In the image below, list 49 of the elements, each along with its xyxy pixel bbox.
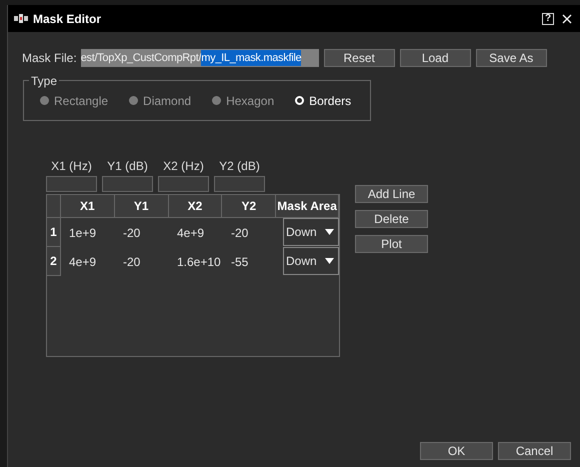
column-header[interactable]: Mask Area xyxy=(276,195,339,218)
input-field[interactable] xyxy=(158,176,209,192)
table-cell-text: -20 xyxy=(123,224,140,242)
help-icon[interactable]: ? xyxy=(542,12,554,24)
button[interactable]: Save As xyxy=(476,49,547,67)
column-header[interactable]: X2 xyxy=(168,195,222,218)
radio-label: Rectangle xyxy=(54,92,108,110)
button[interactable]: Load xyxy=(400,49,471,67)
input-field[interactable] xyxy=(214,176,265,192)
button[interactable]: Reset xyxy=(324,49,395,67)
radio-label: Diamond xyxy=(143,92,192,110)
table-cell-text: 4e+9 xyxy=(69,254,96,270)
row-number: 2 xyxy=(47,247,61,276)
button[interactable]: OK xyxy=(420,442,493,460)
column-header[interactable]: Y2 xyxy=(222,195,276,218)
radio-button[interactable] xyxy=(40,96,49,105)
radio-label: Borders xyxy=(309,92,352,110)
close-icon[interactable] xyxy=(562,14,572,24)
button[interactable]: Delete xyxy=(355,210,428,228)
button[interactable]: Plot xyxy=(355,235,428,253)
table-cell-text: 4e+9 xyxy=(177,224,204,242)
mask-file-label: Mask File: xyxy=(22,50,77,67)
table-cell-text: 1.6e+10 xyxy=(177,254,221,270)
row-number: 1 xyxy=(47,218,61,247)
mask-file-field[interactable]: est/TopXp_CustCompRpt/my_IL_mask.maskfile xyxy=(80,49,319,67)
column-header[interactable]: X1 xyxy=(60,195,115,218)
radio-button[interactable] xyxy=(129,96,138,105)
table-cell-text: -55 xyxy=(231,254,248,270)
table-cell-text: 1e+9 xyxy=(69,224,96,242)
field-label: Y1 (dB) xyxy=(107,158,148,174)
radio-button[interactable] xyxy=(295,96,304,105)
radio-label: Hexagon xyxy=(226,92,274,110)
table-cell-text: -20 xyxy=(123,254,140,270)
caret-icon xyxy=(325,229,334,235)
field-label: Y2 (dB) xyxy=(219,158,260,174)
app-icon xyxy=(14,14,28,23)
window-title: Mask Editor xyxy=(33,10,102,28)
input-field[interactable] xyxy=(102,176,153,192)
table-cell-text: -20 xyxy=(231,224,248,242)
button[interactable]: Add Line xyxy=(355,185,428,203)
button[interactable]: Cancel xyxy=(498,442,571,460)
column-header[interactable]: Y1 xyxy=(114,195,169,218)
field-label: X1 (Hz) xyxy=(51,158,92,174)
dropdown[interactable]: Down xyxy=(283,247,339,275)
dropdown[interactable]: Down xyxy=(283,218,339,246)
caret-icon xyxy=(325,258,334,264)
field-label: X2 (Hz) xyxy=(163,158,204,174)
radio-button[interactable] xyxy=(212,96,222,105)
input-field[interactable] xyxy=(46,176,97,192)
